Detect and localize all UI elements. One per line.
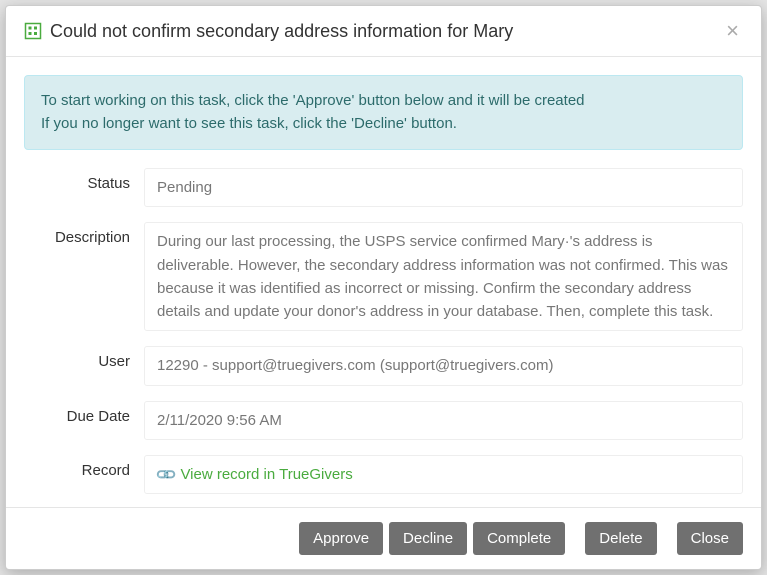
modal-header: Could not confirm secondary address info… <box>6 6 761 57</box>
value-user: 12290 - support@truegivers.com (support@… <box>144 346 743 385</box>
field-record: Record 🔗 View record in TrueGivers <box>24 455 743 494</box>
modal-body: To start working on this task, click the… <box>6 57 761 507</box>
delete-button[interactable]: Delete <box>585 522 656 555</box>
decline-button[interactable]: Decline <box>389 522 467 555</box>
value-status: Pending <box>144 168 743 207</box>
value-description: During our last processing, the USPS ser… <box>144 222 743 331</box>
task-detail-modal: Could not confirm secondary address info… <box>5 5 762 570</box>
instruction-alert: To start working on this task, click the… <box>24 75 743 150</box>
footer-spacer <box>663 522 671 555</box>
close-button[interactable]: Close <box>677 522 743 555</box>
link-icon: 🔗 <box>152 461 180 489</box>
value-record: 🔗 View record in TrueGivers <box>144 455 743 494</box>
label-due-date: Due Date <box>24 401 144 425</box>
field-user: User 12290 - support@truegivers.com (sup… <box>24 346 743 385</box>
label-status: Status <box>24 168 144 192</box>
label-user: User <box>24 346 144 370</box>
close-icon[interactable]: × <box>722 20 743 42</box>
modal-footer: Approve Decline Complete Delete Close <box>6 507 761 569</box>
complete-button[interactable]: Complete <box>473 522 565 555</box>
task-icon <box>24 22 42 40</box>
view-record-link[interactable]: 🔗 View record in TrueGivers <box>157 463 353 486</box>
approve-button[interactable]: Approve <box>299 522 383 555</box>
field-due-date: Due Date 2/11/2020 9:56 AM <box>24 401 743 440</box>
field-status: Status Pending <box>24 168 743 207</box>
alert-line-1: To start working on this task, click the… <box>41 90 726 113</box>
label-description: Description <box>24 222 144 246</box>
footer-spacer <box>571 522 579 555</box>
label-record: Record <box>24 455 144 479</box>
view-record-link-text: View record in TrueGivers <box>180 463 352 486</box>
value-due-date: 2/11/2020 9:56 AM <box>144 401 743 440</box>
alert-line-2: If you no longer want to see this task, … <box>41 113 726 136</box>
modal-title: Could not confirm secondary address info… <box>50 21 722 42</box>
field-description: Description During our last processing, … <box>24 222 743 331</box>
